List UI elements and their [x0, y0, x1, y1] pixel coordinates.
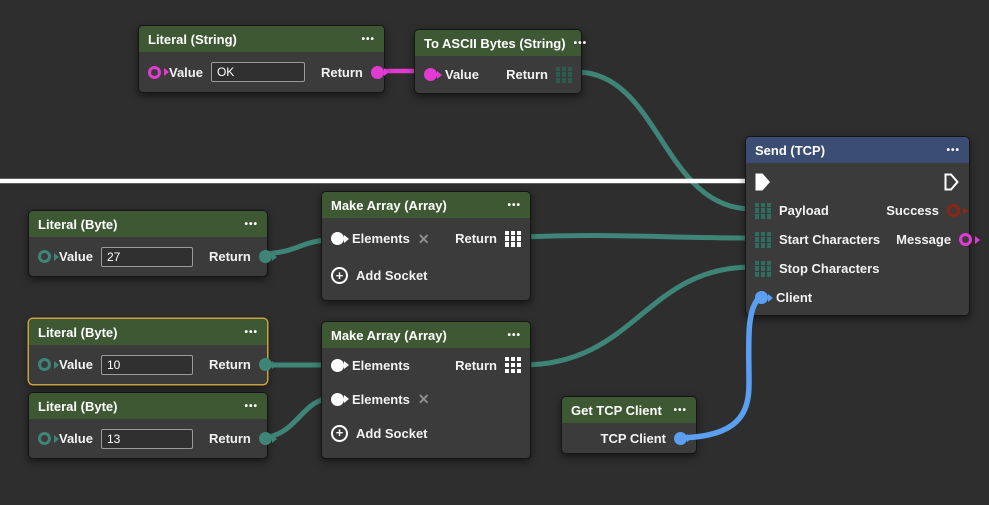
node-menu-icon[interactable]: •••: [946, 145, 960, 156]
add-socket-icon[interactable]: +: [331, 267, 348, 284]
remove-socket-icon[interactable]: ✕: [418, 392, 430, 406]
client-input-port[interactable]: [755, 291, 768, 304]
return-array-output-port[interactable]: [505, 357, 521, 373]
message-label: Message: [896, 232, 951, 247]
value-label: Value: [445, 67, 479, 82]
start-characters-label: Start Characters: [779, 232, 880, 247]
payload-input-port[interactable]: [755, 203, 771, 219]
node-make-array-bottom[interactable]: Make Array (Array) ••• Elements Return E…: [321, 321, 531, 459]
node-menu-icon[interactable]: •••: [507, 330, 521, 341]
node-title: To ASCII Bytes (String): [424, 36, 566, 51]
node-header[interactable]: To ASCII Bytes (String) •••: [415, 30, 581, 56]
return-label: Return: [455, 231, 497, 246]
return-array-output-port[interactable]: [556, 67, 572, 83]
node-send-tcp[interactable]: Send (TCP) ••• Payload Success: [745, 136, 970, 316]
node-header[interactable]: Literal (Byte) •••: [29, 319, 267, 345]
node-get-tcp-client[interactable]: Get TCP Client ••• TCP Client: [561, 396, 697, 454]
node-title: Make Array (Array): [331, 198, 447, 213]
node-literal-byte-27[interactable]: Literal (Byte) ••• Value Return: [28, 210, 268, 277]
value-input-port[interactable]: [424, 68, 437, 81]
node-editor-canvas[interactable]: Literal (String) ••• Value Return To ASC…: [0, 0, 989, 505]
return-output-port[interactable]: [259, 358, 272, 371]
stop-characters-label: Stop Characters: [779, 261, 879, 276]
value-input-port[interactable]: [38, 432, 51, 445]
value-label: Value: [169, 65, 203, 80]
node-header[interactable]: Send (TCP) •••: [746, 137, 969, 163]
node-header[interactable]: Literal (String) •••: [139, 26, 384, 52]
payload-label: Payload: [779, 203, 829, 218]
exec-output-port[interactable]: [944, 173, 960, 191]
stop-characters-input-port[interactable]: [755, 261, 771, 277]
return-output-port[interactable]: [259, 250, 272, 263]
value-field[interactable]: [211, 62, 305, 82]
return-label: Return: [209, 431, 251, 446]
add-socket-icon[interactable]: +: [331, 425, 348, 442]
node-title: Literal (Byte): [38, 325, 117, 340]
node-menu-icon[interactable]: •••: [574, 38, 588, 49]
value-input-port[interactable]: [38, 250, 51, 263]
elements-input-port-2[interactable]: [331, 393, 344, 406]
elements-label: Elements: [352, 231, 410, 246]
node-menu-icon[interactable]: •••: [244, 401, 258, 412]
return-label: Return: [321, 65, 363, 80]
elements-input-port-1[interactable]: [331, 359, 344, 372]
client-label: Client: [776, 290, 812, 305]
exec-input-port[interactable]: [755, 173, 771, 191]
tcp-client-output-port[interactable]: [674, 432, 687, 445]
node-header[interactable]: Get TCP Client •••: [562, 397, 696, 423]
value-field[interactable]: [101, 429, 193, 449]
value-input-port[interactable]: [38, 358, 51, 371]
wire-array2-to-stop-characters[interactable]: [522, 267, 752, 365]
node-literal-string[interactable]: Literal (String) ••• Value Return: [138, 25, 385, 93]
success-label: Success: [886, 203, 939, 218]
return-output-port[interactable]: [259, 432, 272, 445]
node-make-array-top[interactable]: Make Array (Array) ••• Elements ✕ Return…: [321, 191, 531, 301]
add-socket-label[interactable]: Add Socket: [356, 426, 428, 441]
value-field[interactable]: [101, 247, 193, 267]
return-label: Return: [209, 249, 251, 264]
success-output-port[interactable]: [947, 204, 960, 217]
node-menu-icon[interactable]: •••: [507, 200, 521, 211]
return-label: Return: [209, 357, 251, 372]
wire-ascii-to-payload[interactable]: [576, 72, 752, 209]
value-label: Value: [59, 431, 93, 446]
tcp-client-label: TCP Client: [601, 431, 667, 446]
node-title: Get TCP Client: [571, 403, 662, 418]
node-title: Make Array (Array): [331, 328, 447, 343]
node-title: Literal (String): [148, 32, 237, 47]
value-input-port[interactable]: [148, 66, 161, 79]
node-menu-icon[interactable]: •••: [361, 34, 375, 45]
wire-array1-to-start-characters[interactable]: [522, 235, 752, 238]
node-header[interactable]: Literal (Byte) •••: [29, 211, 267, 237]
return-output-port[interactable]: [371, 66, 384, 79]
node-menu-icon[interactable]: •••: [244, 219, 258, 230]
message-output-port[interactable]: [959, 233, 972, 246]
node-menu-icon[interactable]: •••: [244, 327, 258, 338]
elements-label: Elements: [352, 392, 410, 407]
node-literal-byte-13[interactable]: Literal (Byte) ••• Value Return: [28, 392, 268, 459]
add-socket-label[interactable]: Add Socket: [356, 268, 428, 283]
return-label: Return: [506, 67, 548, 82]
elements-input-port[interactable]: [331, 232, 344, 245]
value-field[interactable]: [101, 355, 193, 375]
value-label: Value: [59, 357, 93, 372]
node-title: Literal (Byte): [38, 399, 117, 414]
node-literal-byte-10[interactable]: Literal (Byte) ••• Value Return: [28, 318, 268, 385]
start-characters-input-port[interactable]: [755, 232, 771, 248]
node-header[interactable]: Make Array (Array) •••: [322, 322, 530, 348]
node-header[interactable]: Make Array (Array) •••: [322, 192, 530, 218]
value-label: Value: [59, 249, 93, 264]
node-header[interactable]: Literal (Byte) •••: [29, 393, 267, 419]
return-array-output-port[interactable]: [505, 231, 521, 247]
node-menu-icon[interactable]: •••: [673, 405, 687, 416]
node-title: Send (TCP): [755, 143, 825, 158]
remove-socket-icon[interactable]: ✕: [418, 232, 430, 246]
node-to-ascii-bytes[interactable]: To ASCII Bytes (String) ••• Value Return: [414, 29, 582, 94]
return-label: Return: [455, 358, 497, 373]
node-title: Literal (Byte): [38, 217, 117, 232]
elements-label: Elements: [352, 358, 410, 373]
